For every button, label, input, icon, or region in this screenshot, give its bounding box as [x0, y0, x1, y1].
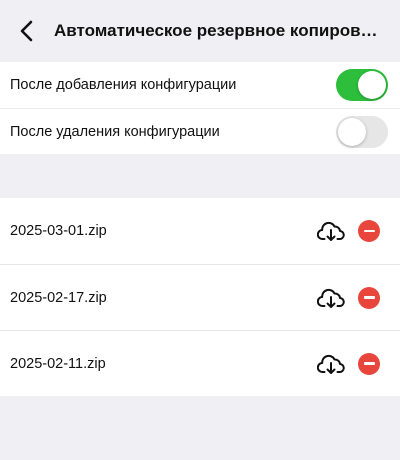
cloud-download-icon [317, 221, 345, 241]
back-button[interactable] [14, 15, 38, 47]
backup-file-list: 2025-03-01.zip 2025-02-17.zip 2025-02-11… [0, 198, 400, 396]
file-name: 2025-02-17.zip [10, 289, 107, 306]
delete-button[interactable] [358, 220, 380, 242]
toggle-knob [358, 71, 386, 99]
file-name: 2025-02-11.zip [10, 355, 106, 372]
backup-settings: После добавления конфигурации После удал… [0, 62, 400, 154]
list-item: 2025-02-17.zip [0, 264, 400, 330]
cloud-download-icon [317, 288, 345, 308]
setting-label: После удаления конфигурации [10, 123, 220, 140]
download-button[interactable] [316, 283, 346, 313]
toggle-knob [338, 117, 366, 146]
toggle-after-delete[interactable] [336, 115, 388, 148]
file-name: 2025-03-01.zip [10, 223, 107, 239]
chevron-left-icon [20, 20, 33, 42]
setting-after-add: После добавления конфигурации [0, 62, 400, 108]
setting-after-delete: После удаления конфигурации [0, 108, 400, 154]
delete-button[interactable] [358, 286, 380, 309]
list-item: 2025-02-11.zip [0, 330, 400, 396]
setting-label: После добавления конфигурации [10, 77, 237, 93]
app-header: Автоматическое резервное копиров… [0, 0, 400, 62]
download-button[interactable] [316, 349, 346, 379]
minus-circle-icon [363, 229, 375, 233]
page-title: Автоматическое резервное копиров… [54, 21, 378, 40]
download-button[interactable] [316, 216, 346, 246]
minus-circle-icon [363, 296, 375, 299]
cloud-download-icon [317, 354, 345, 374]
toggle-after-add[interactable] [336, 69, 388, 101]
minus-circle-icon [363, 362, 375, 365]
list-item: 2025-03-01.zip [0, 198, 400, 264]
delete-button[interactable] [358, 352, 380, 375]
